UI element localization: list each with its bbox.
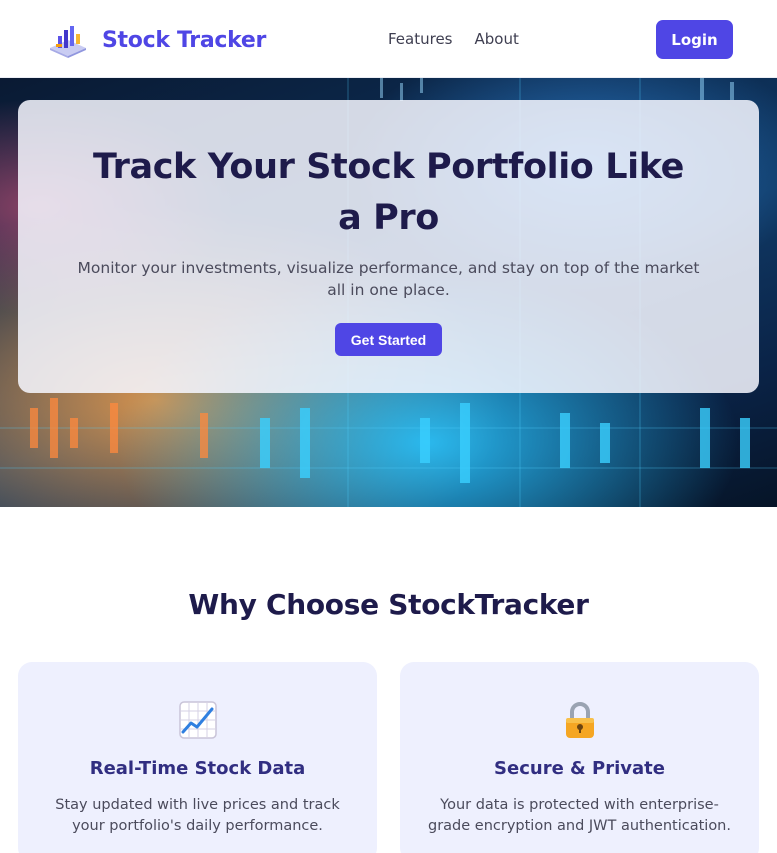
hero-title: Track Your Stock Portfolio Like a Pro [92, 147, 684, 238]
brand-name: Stock Tracker [102, 27, 267, 53]
feature-card-secure: Secure & Private Your data is protected … [400, 662, 759, 853]
nav-link-about[interactable]: About [475, 30, 519, 48]
feature-text: Your data is protected with enterprise-g… [428, 797, 731, 834]
nav-link-features[interactable]: Features [388, 30, 453, 48]
feature-card-realtime: Real-Time Stock Data Stay updated with l… [18, 662, 377, 853]
site-header: Stock Tracker Features About Login [0, 0, 777, 78]
hero-card: Track Your Stock Portfolio Like a Pro Mo… [18, 100, 759, 393]
chart-bars-icon [50, 26, 86, 58]
get-started-button[interactable]: Get Started [335, 323, 442, 356]
hero-subtitle: Monitor your investments, visualize perf… [77, 259, 700, 299]
feature-title: Secure & Private [494, 758, 665, 779]
logo[interactable]: Stock Tracker [48, 20, 266, 60]
feature-text: Stay updated with live prices and track … [55, 797, 340, 834]
chart-increasing-icon [178, 701, 217, 739]
hero-section: Track Your Stock Portfolio Like a Pro Mo… [0, 78, 777, 507]
feature-title: Real-Time Stock Data [89, 758, 306, 779]
lock-icon [565, 702, 594, 738]
features-heading: Why Choose StockTracker [188, 588, 589, 621]
login-button[interactable]: Login [656, 20, 733, 59]
main-nav: Features About [388, 30, 519, 48]
